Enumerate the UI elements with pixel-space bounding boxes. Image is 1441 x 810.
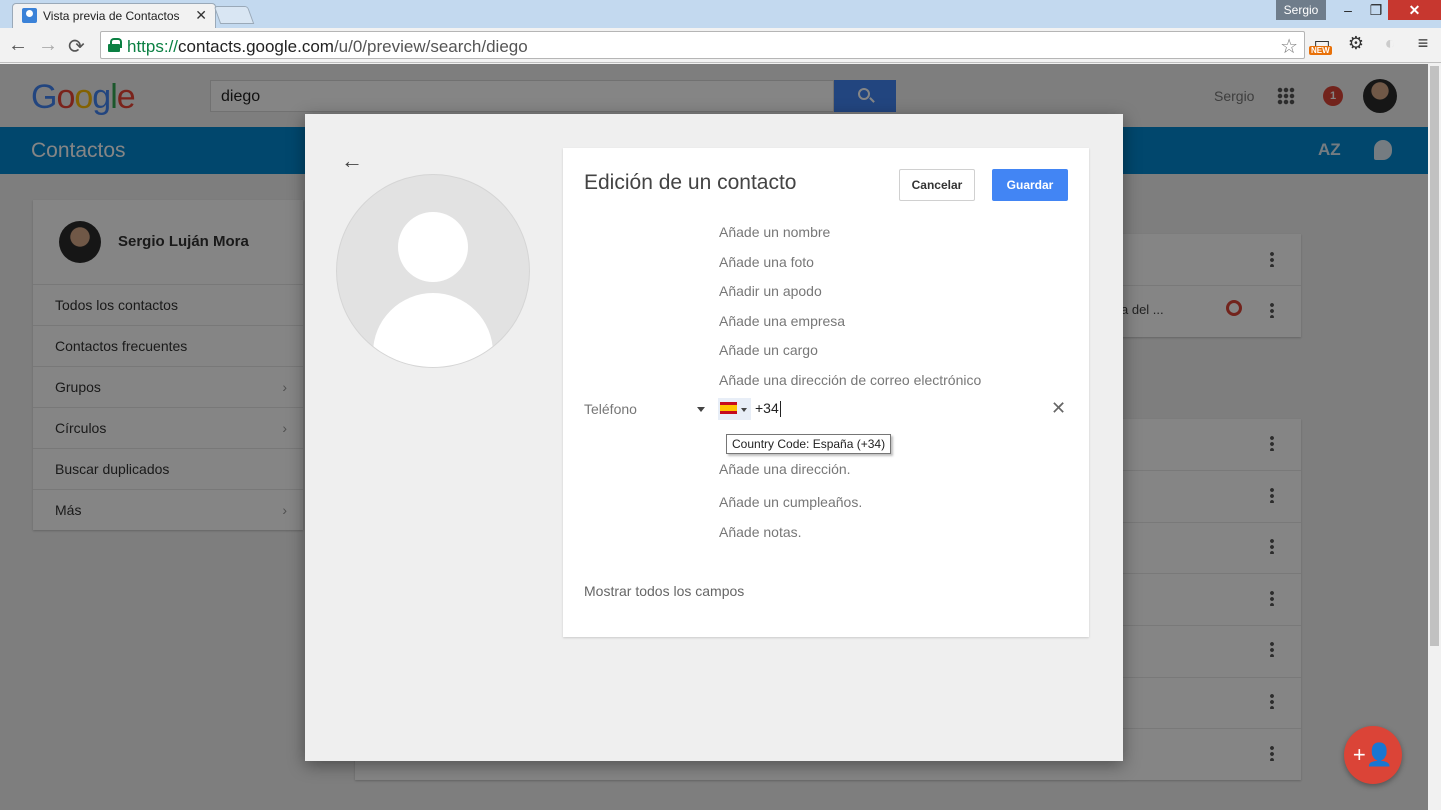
dialog-title: Edición de un contacto [584,171,797,194]
tab-close-icon[interactable]: ✕ [195,7,207,24]
add-contact-button[interactable]: +👤 [1344,726,1402,784]
phone-label: Teléfono [584,401,637,417]
add-person-icon: +👤 [1352,742,1394,767]
phone-input[interactable]: +34 [755,400,781,418]
contact-photo-placeholder[interactable] [336,174,530,368]
add-notes-field[interactable]: Añade notas. [719,524,802,540]
clear-phone-icon[interactable]: ✕ [1051,398,1066,419]
bookmark-star-icon[interactable]: ☆ [1280,34,1298,59]
add-job-title-field[interactable]: Añade un cargo [719,342,818,358]
add-email-field[interactable]: Añade una dirección de correo electrónic… [719,372,981,388]
spain-flag-icon [720,402,737,414]
extension-moon-icon[interactable]: ◐ [1377,33,1403,59]
new-tab-button[interactable] [213,6,255,24]
gear-icon[interactable]: ⚙ [1343,33,1369,59]
browser-toolbar: ← → ⟳ https://contacts.google.com/u/0/pr… [0,28,1441,63]
add-company-field[interactable]: Añade una empresa [719,313,845,329]
browser-tab[interactable]: Vista previa de Contactos ✕ [12,3,216,28]
edit-contact-dialog: ← Edición de un contacto Cancelar Guarda… [305,114,1123,761]
new-badge: NEW [1309,46,1332,55]
add-name-field[interactable]: Añade un nombre [719,224,830,240]
tab-title: Vista previa de Contactos [43,9,180,23]
contacts-favicon-icon [22,8,37,23]
scrollbar[interactable] [1428,64,1441,810]
url-text: https://contacts.google.com/u/0/preview/… [127,37,528,56]
add-nickname-field[interactable]: Añadir un apodo [719,283,822,299]
country-code-selector[interactable] [718,398,751,420]
show-all-fields-link[interactable]: Mostrar todos los campos [584,583,744,599]
reload-icon[interactable]: ⟳ [68,34,85,59]
chevron-down-icon [741,408,747,412]
address-bar[interactable]: https://contacts.google.com/u/0/preview/… [100,31,1305,59]
lock-icon [108,38,122,52]
person-silhouette-icon [398,212,468,282]
phone-type-dropdown-icon[interactable] [697,407,705,412]
browser-titlebar: Vista previa de Contactos ✕ Sergio – ❐ ✕ [0,0,1441,28]
chrome-menu-icon[interactable]: ≡ [1410,33,1436,59]
add-photo-field[interactable]: Añade una foto [719,254,814,270]
window-close-button[interactable]: ✕ [1388,0,1441,20]
contact-form: Edición de un contacto Cancelar Guardar … [563,148,1089,637]
scrollbar-thumb[interactable] [1430,66,1439,646]
add-address-field[interactable]: Añade una dirección. [719,461,851,477]
extension-screen-icon[interactable]: ▭ NEW [1309,33,1335,59]
country-code-tooltip: Country Code: España (+34) [726,434,892,454]
add-birthday-field[interactable]: Añade un cumpleaños. [719,494,862,510]
save-button[interactable]: Guardar [992,169,1068,201]
back-arrow-icon[interactable]: ← [341,148,363,174]
back-arrow-icon[interactable]: ← [8,34,28,57]
forward-arrow-icon[interactable]: → [38,34,58,57]
browser-profile-button[interactable]: Sergio [1276,0,1326,20]
cancel-button[interactable]: Cancelar [899,169,975,201]
